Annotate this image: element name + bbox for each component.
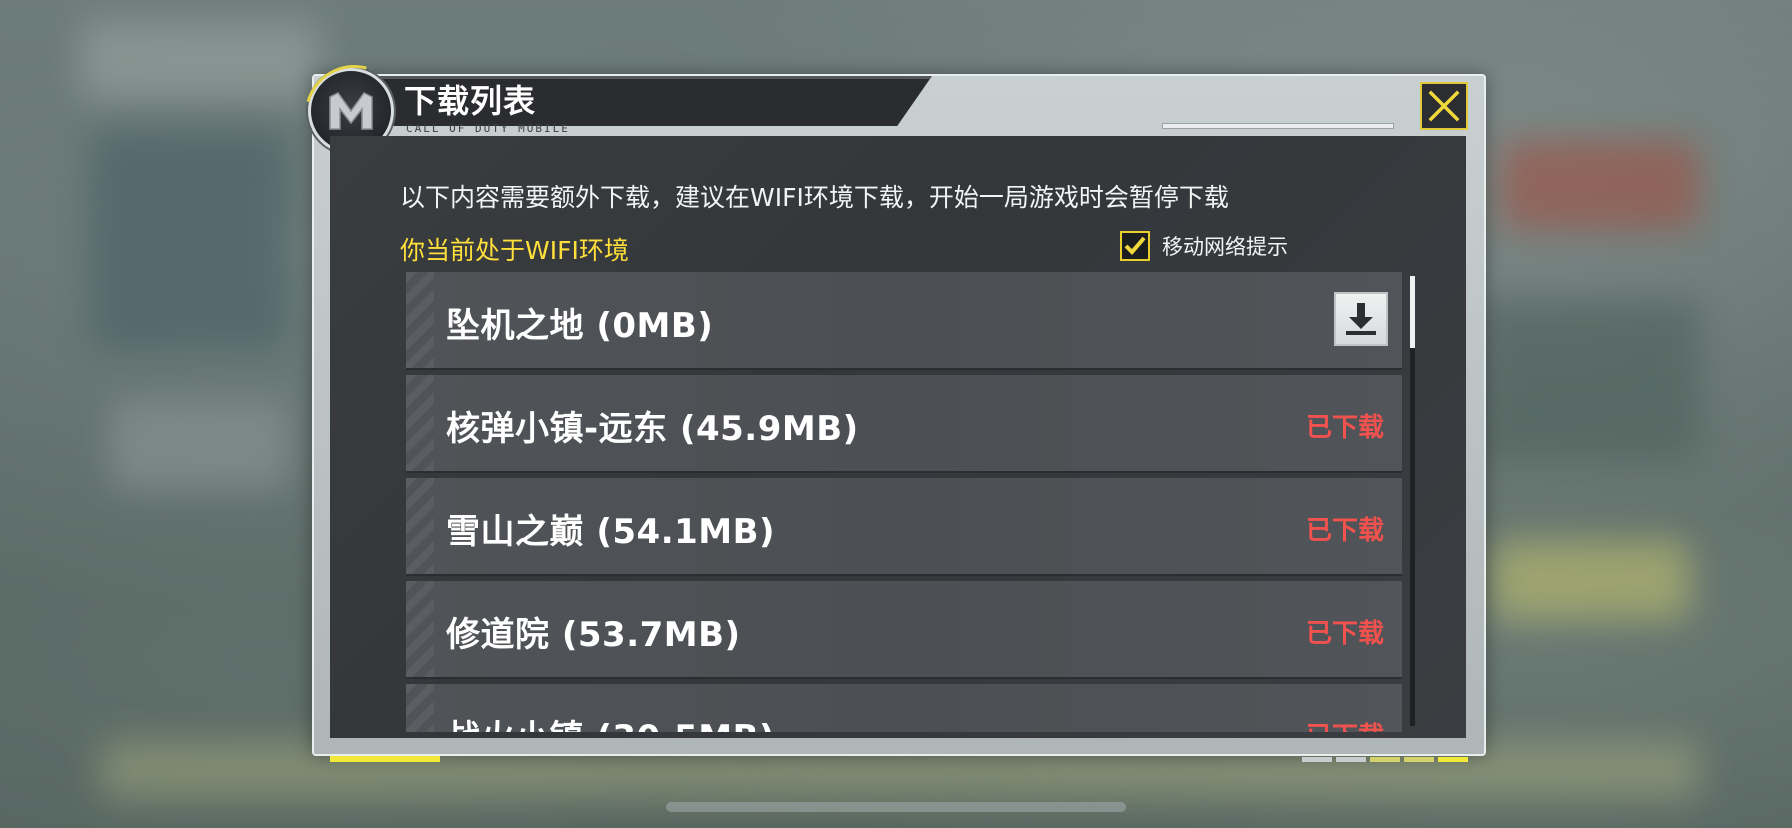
downloaded-status: 已下载 [1305, 516, 1384, 546]
bg-blur [1500, 140, 1700, 230]
mobile-network-checkbox[interactable] [1120, 231, 1150, 261]
mobile-network-tip-toggle[interactable]: 移动网络提示 [1120, 231, 1288, 261]
download-icon [1346, 303, 1376, 335]
list-item: 修道院 (53.7MB) 已下载 [406, 581, 1402, 679]
header-progress-line [1162, 123, 1394, 129]
list-scrollbar[interactable] [1410, 276, 1415, 726]
dialog-content: 以下内容需要额外下载，建议在WIFI环境下载，开始一局游戏时会暂停下载 你当前处… [330, 136, 1466, 738]
map-name: 修道院 (53.7MB) [446, 615, 741, 655]
checkmark-icon [1124, 236, 1146, 255]
decor-bar [1438, 757, 1468, 762]
list-item: 战火小镇 (30.5MB) 已下载 [406, 684, 1402, 732]
scrollbar-thumb[interactable] [1410, 276, 1415, 348]
dialog-title: 下载列表 [404, 82, 537, 120]
mobile-network-label: 移动网络提示 [1162, 235, 1288, 259]
decor-bar [1302, 757, 1332, 762]
close-icon [1428, 90, 1460, 122]
decor-bar [1404, 757, 1434, 762]
list-item: 雪山之巅 (54.1MB) 已下载 [406, 478, 1402, 576]
downloaded-status: 已下载 [1305, 413, 1384, 443]
download-button[interactable] [1334, 292, 1388, 346]
frame-accent [330, 756, 440, 762]
download-list[interactable]: 坠机之地 (0MB) 核弹小镇-远东 (45.9MB) 已下载 雪山之巅 (54… [406, 272, 1402, 732]
frame-decor-bars [1302, 757, 1468, 762]
map-name: 雪山之巅 (54.1MB) [446, 512, 776, 552]
list-item: 坠机之地 (0MB) [406, 272, 1402, 370]
close-button[interactable] [1420, 82, 1468, 130]
downloaded-status: 已下载 [1305, 619, 1384, 649]
dialog-subtitle: CALL OF DUTY MOBILE [406, 122, 570, 135]
downloaded-status: 已下载 [1306, 716, 1384, 732]
decor-bar [1336, 757, 1366, 762]
home-indicator[interactable] [666, 802, 1126, 812]
download-notice: 以下内容需要额外下载，建议在WIFI环境下载，开始一局游戏时会暂停下载 [400, 183, 1229, 212]
bg-blur [1480, 300, 1700, 460]
decor-bar [1370, 757, 1400, 762]
wifi-status: 你当前处于WIFI环境 [400, 236, 629, 265]
bg-blur [90, 130, 290, 350]
map-name: 坠机之地 (0MB) [446, 306, 714, 346]
map-name: 核弹小镇-远东 (45.9MB) [446, 409, 859, 449]
download-list-dialog: 下载列表 CALL OF DUTY MOBILE 以下内容需要额外下载，建议在W… [308, 68, 1486, 762]
bg-blur [1490, 540, 1690, 620]
list-item: 核弹小镇-远东 (45.9MB) 已下载 [406, 375, 1402, 473]
bg-blur [110, 400, 290, 490]
map-name: 战火小镇 (30.5MB) [446, 710, 775, 732]
bg-blur [80, 20, 320, 100]
